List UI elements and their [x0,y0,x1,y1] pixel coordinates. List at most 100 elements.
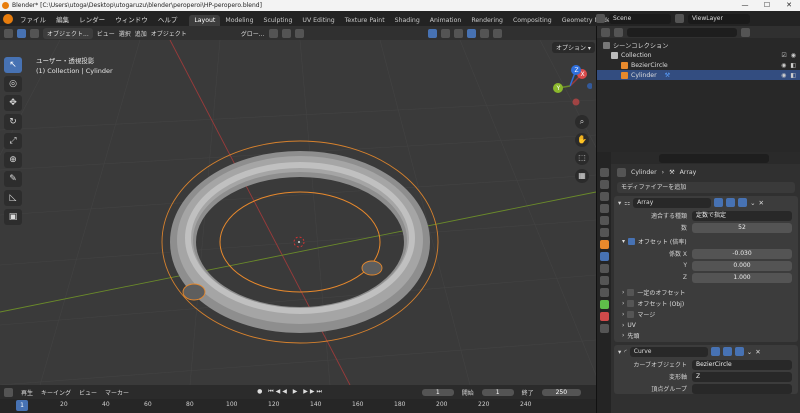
scene-name-field[interactable]: Scene [609,13,671,24]
merge-checkbox[interactable] [627,311,635,318]
modifier-props-icon[interactable] [599,252,609,261]
pan-hand-icon[interactable]: ✋ [575,133,589,147]
tab-animation[interactable]: Animation [425,15,467,26]
camera-view-icon[interactable]: ⬚ [575,151,589,165]
add-cube-tool-icon[interactable]: ▣ [4,209,22,225]
count-field[interactable]: 52 [692,222,792,233]
curve-object-field[interactable]: BezierCircle [692,359,792,370]
outliner-item-beziercircle[interactable]: BezierCircle ◉ ◧ [597,60,800,70]
object-props-icon[interactable] [599,240,609,249]
collapse-chevron-icon[interactable]: ▾ [618,199,621,207]
filter-icon[interactable] [741,27,750,37]
overlay-toggle-icon[interactable] [440,28,450,38]
factor-y-field[interactable]: 0.000 [692,260,792,271]
maximize-button[interactable]: ☐ [756,0,778,11]
caps-section[interactable]: › 先頭 [614,331,798,342]
particles-props-icon[interactable] [599,264,609,273]
measure-tool-icon[interactable]: ◺ [4,190,22,206]
data-props-icon[interactable] [599,300,609,309]
menu-render[interactable]: レンダー [75,16,109,24]
cursor-tool-icon[interactable]: ◎ [4,76,22,92]
playhead-frame[interactable]: 1 [16,400,28,411]
mode-dropdown[interactable]: オブジェクト... [43,27,93,39]
dropdown-chevron-icon[interactable]: ⌄ [750,199,755,207]
select-mode-icon[interactable] [17,28,26,38]
minimize-button[interactable]: — [734,0,756,11]
annotate-tool-icon[interactable]: ✎ [4,171,22,187]
outliner-item-scene-collection[interactable]: シーンコレクション [597,40,800,50]
physics-props-icon[interactable] [599,276,609,285]
world-props-icon[interactable] [599,228,609,237]
editor-type-icon[interactable] [4,28,13,38]
menu-object[interactable]: オブジェクト [151,29,187,38]
navigation-gizmo[interactable]: X Z Y [546,62,592,114]
properties-search-input[interactable] [659,153,769,163]
tab-shading[interactable]: Shading [390,15,425,26]
keying-menu[interactable]: キーイング [41,388,71,397]
transform-tool-icon[interactable]: ⊕ [4,152,22,168]
render-toggle-icon[interactable] [738,198,748,207]
outliner-search-input[interactable] [627,27,737,37]
scale-tool-icon[interactable]: ⤢ [4,133,22,149]
viewlayer-name-field[interactable]: ViewLayer [688,13,750,24]
collection-toggles[interactable]: ☑ ◉ [781,52,796,59]
menu-add[interactable]: 追加 [135,29,147,38]
remove-modifier-icon[interactable]: ✕ [759,199,764,207]
select-box-tool-icon[interactable]: ↖ [4,57,22,73]
snap-icon[interactable] [281,28,291,38]
add-modifier-button[interactable]: モディファイアーを追加 [617,182,795,193]
factor-x-field[interactable]: -0.030 [692,248,792,259]
orientation-dropdown[interactable]: グロー... [241,29,265,38]
menu-help[interactable]: ヘルプ [154,16,182,24]
timeline-editor-icon[interactable] [4,387,13,397]
viewport-toggle-icon[interactable] [722,347,732,356]
output-props-icon[interactable] [599,192,609,201]
close-button[interactable]: ✕ [778,0,800,11]
texture-props-icon[interactable] [599,324,609,333]
timeline-view-menu[interactable]: ビュー [79,388,97,397]
render-toggle-icon[interactable] [734,347,744,356]
tab-modeling[interactable]: Modeling [220,15,258,26]
menu-edit[interactable]: 編集 [52,16,73,24]
visibility-toggles[interactable]: ◉ ◧ [781,72,796,79]
edit-mode-toggle-icon[interactable] [710,347,720,356]
tool-props-icon[interactable] [599,168,609,177]
select-extend-icon[interactable] [30,28,39,38]
zoom-icon[interactable]: ⌕ [575,115,589,129]
3d-viewport[interactable]: オプション ▾ ↖ ◎ ✥ ↻ ⤢ ⊕ ✎ ◺ ▣ ユーザー・透視投影 (1) … [0,40,596,385]
constant-offset-checkbox[interactable] [627,289,635,296]
solid-shading-icon[interactable] [466,28,476,38]
view-layer-props-icon[interactable] [599,204,609,213]
render-props-icon[interactable] [599,180,609,189]
menu-window[interactable]: ウィンドウ [111,16,152,24]
tab-texture-paint[interactable]: Texture Paint [340,15,390,26]
marker-menu[interactable]: マーカー [105,388,129,397]
material-props-icon[interactable] [599,312,609,321]
options-dropdown[interactable]: オプション ▾ [552,42,595,53]
uv-section[interactable]: › UV [614,320,798,331]
tab-compositing[interactable]: Compositing [508,15,557,26]
merge-section[interactable]: › マージ [614,309,798,320]
constraints-props-icon[interactable] [599,288,609,297]
playback-menu[interactable]: 再生 [21,388,33,397]
menu-file[interactable]: ファイル [16,16,50,24]
outliner-item-collection[interactable]: Collection ☑ ◉ [597,50,800,60]
menu-view[interactable]: ビュー [97,29,115,38]
relative-offset-section[interactable]: ▾ オフセット (倍率) [614,236,798,247]
factor-z-field[interactable]: 1.000 [692,272,792,283]
fit-type-dropdown[interactable]: 定数で指定 [692,210,792,221]
proportional-edit-icon[interactable] [294,28,304,38]
start-frame-field[interactable]: 1 [481,388,514,396]
xray-toggle-icon[interactable] [453,28,463,38]
outliner-item-cylinder[interactable]: Cylinder ⚒ ◉ ◧ [597,70,800,80]
ortho-grid-icon[interactable]: ▦ [575,169,589,183]
constant-offset-section[interactable]: › 一定のオフセット [614,287,798,298]
end-frame-field[interactable]: 250 [541,388,582,396]
material-shading-icon[interactable] [479,28,489,38]
object-offset-section[interactable]: › オフセット (Obj) [614,298,798,309]
menu-select[interactable]: 選択 [119,29,131,38]
modifier-name-field[interactable]: Curve [629,346,708,357]
visibility-toggles[interactable]: ◉ ◧ [781,62,796,69]
dropdown-chevron-icon[interactable]: ⌄ [747,348,752,356]
collapse-chevron-icon[interactable]: ▾ [618,348,621,356]
